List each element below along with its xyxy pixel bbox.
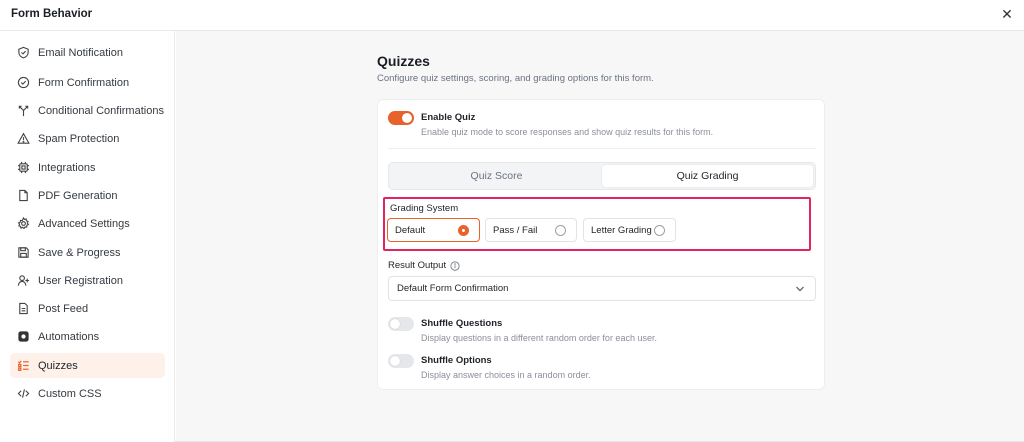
sidebar-item-post-feed[interactable]: Post Feed [10, 296, 165, 321]
sidebar-item-custom-css[interactable]: Custom CSS [10, 381, 165, 406]
enable-quiz-toggle[interactable] [388, 111, 414, 125]
sidebar-item-label: Email Notification [38, 46, 123, 59]
result-output-select[interactable]: Default Form Confirmation [388, 276, 816, 301]
radio-unselected-icon [654, 225, 665, 236]
page-title: Quizzes [377, 53, 430, 69]
dialog-title: Form Behavior [11, 8, 93, 20]
sidebar-item-spam-protection[interactable]: Spam Protection [10, 126, 165, 151]
sidebar-item-pdf-generation[interactable]: PDF Generation [10, 183, 165, 208]
enable-quiz-label: Enable Quiz [421, 112, 476, 123]
sidebar-item-integrations[interactable]: Integrations [10, 155, 165, 180]
sidebar-item-label: User Registration [38, 274, 123, 287]
sidebar-item-automations[interactable]: Automations [10, 324, 165, 349]
check-circle-icon [16, 76, 30, 90]
chip-icon [16, 161, 30, 175]
sidebar-item-advanced-settings[interactable]: Advanced Settings [10, 211, 165, 236]
result-output-label-row: Result Output [388, 260, 460, 271]
main-panel: Quizzes Configure quiz settings, scoring… [176, 31, 1024, 441]
page-icon [16, 302, 30, 316]
grading-option-letter-grading[interactable]: Letter Grading [583, 218, 676, 242]
form-behavior-dialog: Form Behavior ✕ Email Notification Form … [0, 0, 1024, 442]
tab-quiz-score[interactable]: Quiz Score [391, 165, 602, 187]
sidebar-item-form-confirmation[interactable]: Form Confirmation [10, 70, 165, 95]
grading-system-label: Grading System [390, 203, 459, 214]
sidebar-item-label: Quizzes [38, 359, 78, 372]
sidebar-item-label: Save & Progress [38, 246, 121, 259]
shield-check-icon [16, 46, 30, 60]
result-output-label: Result Output [388, 260, 447, 271]
enable-quiz-description: Enable quiz mode to score responses and … [421, 127, 714, 137]
toggle-knob [390, 356, 400, 366]
quiz-tabs: Quiz Score Quiz Grading [388, 162, 816, 190]
grading-option-label: Pass / Fail [493, 224, 538, 236]
grading-option-default[interactable]: Default [387, 218, 480, 242]
close-icon[interactable]: ✕ [1000, 7, 1014, 21]
divider [388, 148, 816, 149]
sidebar: Email Notification Form Confirmation Con… [0, 31, 175, 442]
shuffle-options-description: Display answer choices in a random order… [421, 370, 591, 380]
warning-triangle-icon [16, 132, 30, 146]
shuffle-questions-description: Display questions in a different random … [421, 333, 657, 343]
sidebar-item-label: Form Confirmation [38, 76, 130, 89]
sidebar-item-label: Post Feed [38, 302, 89, 315]
branch-icon [16, 104, 30, 118]
shuffle-questions-toggle[interactable] [388, 317, 414, 331]
tab-quiz-grading[interactable]: Quiz Grading [602, 165, 813, 187]
sidebar-item-label: Automations [38, 330, 100, 343]
radio-unselected-icon [555, 225, 566, 236]
toggle-knob [402, 113, 412, 123]
sidebar-item-quizzes[interactable]: Quizzes [10, 353, 165, 378]
dialog-titlebar: Form Behavior ✕ [0, 0, 1024, 31]
grading-option-pass-fail[interactable]: Pass / Fail [485, 218, 577, 242]
shuffle-questions-label: Shuffle Questions [421, 318, 503, 329]
quiz-settings-card: Enable Quiz Enable quiz mode to score re… [377, 99, 825, 390]
toggle-knob [390, 319, 400, 329]
gear-icon [16, 217, 30, 231]
grading-system-highlight: Grading System Default Pass / Fail Lette… [383, 197, 811, 251]
save-icon [16, 246, 30, 260]
sidebar-item-label: PDF Generation [38, 189, 118, 202]
shuffle-options-label: Shuffle Options [421, 355, 492, 366]
sidebar-item-email-notification[interactable]: Email Notification [10, 40, 165, 65]
sidebar-item-label: Conditional Confirmations [38, 104, 164, 117]
sidebar-item-label: Integrations [38, 161, 96, 174]
sidebar-item-label: Spam Protection [38, 132, 120, 145]
automation-icon [16, 330, 30, 344]
result-output-value: Default Form Confirmation [397, 283, 509, 294]
sidebar-item-label: Advanced Settings [38, 217, 130, 230]
shuffle-options-toggle[interactable] [388, 354, 414, 368]
info-icon [450, 260, 460, 271]
user-plus-icon [16, 274, 30, 288]
grading-option-label: Letter Grading [591, 224, 652, 236]
page-subtitle: Configure quiz settings, scoring, and gr… [377, 73, 654, 84]
sidebar-item-conditional-confirmations[interactable]: Conditional Confirmations [10, 98, 165, 123]
document-icon [16, 189, 30, 203]
sidebar-item-user-registration[interactable]: User Registration [10, 268, 165, 293]
sidebar-item-save-progress[interactable]: Save & Progress [10, 240, 165, 265]
grading-option-label: Default [395, 224, 426, 236]
radio-selected-icon [458, 225, 469, 236]
quiz-list-icon [16, 359, 30, 373]
code-icon [16, 387, 30, 401]
sidebar-item-label: Custom CSS [38, 387, 102, 400]
chevron-down-icon [796, 286, 804, 292]
